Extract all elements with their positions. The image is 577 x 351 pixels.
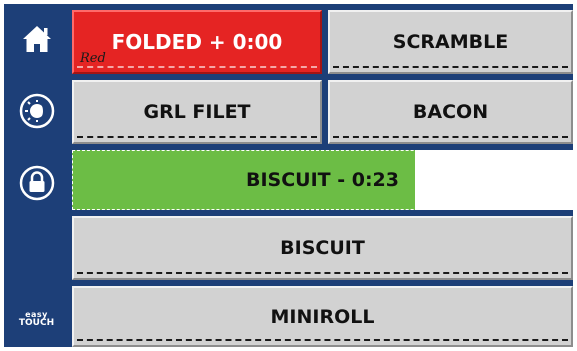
tile-miniroll[interactable]: MINIROLL (72, 286, 573, 347)
sidebar: easy TOUCH (4, 4, 69, 347)
tile-grl-filet[interactable]: GRL FILET (72, 80, 322, 144)
tile-grl-filet-dash (77, 136, 317, 138)
day-night-button[interactable] (4, 86, 69, 136)
tile-scramble-dash (333, 66, 568, 68)
tile-miniroll-label: MINIROLL (270, 305, 375, 328)
home-button[interactable] (4, 14, 69, 64)
tile-scramble[interactable]: SCRAMBLE (328, 10, 573, 74)
tile-folded-label: FOLDED + 0:00 (111, 30, 283, 54)
tile-biscuit-dash (77, 272, 568, 274)
tile-biscuit-timer[interactable]: BISCUIT - 0:23 (72, 150, 573, 210)
product-grid: FOLDED + 0:00 Red SCRAMBLE GRL FILET BAC… (69, 4, 573, 347)
tile-bacon[interactable]: BACON (328, 80, 573, 144)
tile-bacon-dash (333, 136, 568, 138)
tile-biscuit-label: BISCUIT (280, 237, 365, 259)
tile-scramble-label: SCRAMBLE (392, 31, 509, 53)
tile-grl-filet-label: GRL FILET (143, 101, 251, 123)
tile-biscuit-timer-outline (72, 150, 573, 210)
tile-bacon-label: BACON (412, 101, 489, 123)
tile-miniroll-dash (77, 339, 568, 341)
screen: easy TOUCH FOLDED + 0:00 Red SCRAMBLE GR… (0, 0, 577, 351)
logo-line2: TOUCH (18, 318, 55, 328)
tile-folded-dash (77, 66, 317, 68)
lock-button[interactable] (4, 158, 69, 208)
home-icon (20, 22, 54, 56)
easy-touch-logo: easy TOUCH (4, 302, 69, 336)
lock-icon (19, 165, 55, 201)
tile-folded-sublabel: Red (80, 51, 106, 66)
day-night-icon (19, 93, 55, 129)
tile-folded[interactable]: FOLDED + 0:00 Red (72, 10, 322, 74)
tile-biscuit[interactable]: BISCUIT (72, 216, 573, 280)
